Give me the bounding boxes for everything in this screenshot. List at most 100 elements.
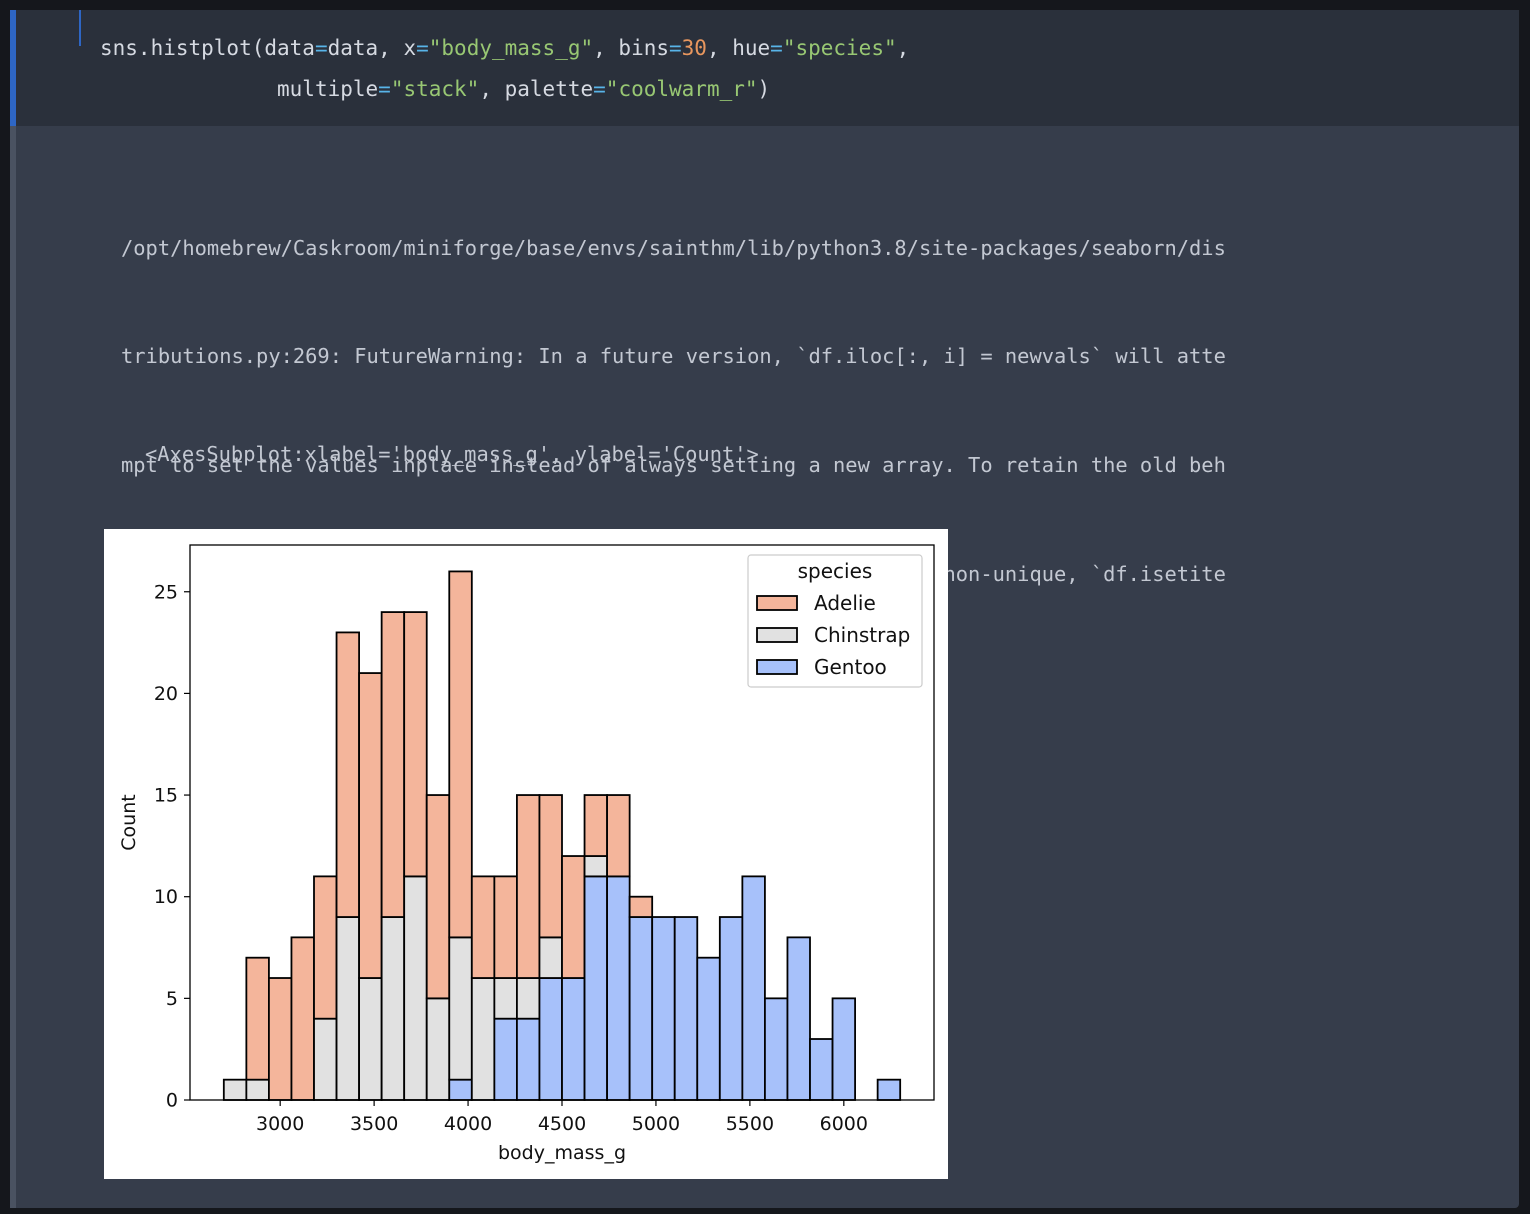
legend-swatch-adelie xyxy=(756,595,798,611)
code-token: , xyxy=(896,36,910,60)
y-tick-label: 10 xyxy=(154,886,178,908)
code-operator: = xyxy=(669,36,682,60)
legend-swatch-gentoo xyxy=(756,659,798,675)
bar-adelie xyxy=(470,875,496,979)
bar-chinstrap xyxy=(470,977,496,1101)
output-repr: <AxesSubplot:xlabel='body_mass_g', ylabe… xyxy=(145,442,759,466)
bar-chinstrap xyxy=(448,936,473,1081)
bar-chinstrap xyxy=(335,916,360,1101)
bar-gentoo xyxy=(741,875,766,1101)
x-axis: 3000 3500 4000 4500 5000 5500 6000 xyxy=(256,1100,868,1135)
bar-adelie xyxy=(245,956,270,1081)
bar-chinstrap xyxy=(538,936,563,979)
y-axis: 0 5 10 15 20 25 xyxy=(154,581,190,1112)
stderr-line: tributions.py:269: FutureWarning: In a f… xyxy=(121,344,1226,369)
bar-adelie xyxy=(516,794,541,979)
bar-gentoo xyxy=(493,1017,518,1101)
bar-adelie xyxy=(290,936,315,1101)
bar-adelie xyxy=(628,895,654,918)
legend-title: species xyxy=(798,559,873,583)
stderr-line: /opt/homebrew/Caskroom/miniforge/base/en… xyxy=(121,235,1226,260)
code-string: "stack" xyxy=(390,77,480,101)
code-token: sns.histplot(data xyxy=(100,36,315,60)
bar-adelie xyxy=(335,631,360,918)
x-tick-label: 4500 xyxy=(538,1113,586,1135)
bar-gentoo xyxy=(809,1038,834,1101)
code-token: multiple xyxy=(277,77,379,101)
code-operator: = xyxy=(378,77,391,101)
bar-adelie xyxy=(583,794,608,857)
bar-gentoo xyxy=(606,875,631,1101)
bar-gentoo xyxy=(696,956,721,1101)
legend: species Adelie Chinstrap Gentoo xyxy=(747,554,923,688)
histogram-chart: 0510152025 3000 3500 4000 4500 5000 5500 6000 … xyxy=(118,544,935,1164)
bar-chinstrap xyxy=(583,855,608,878)
legend-label-gentoo: Gentoo xyxy=(814,655,887,679)
legend-swatch-chinstrap xyxy=(756,627,798,643)
bar-gentoo xyxy=(561,977,586,1101)
bar-chinstrap xyxy=(516,977,541,1020)
bar-gentoo xyxy=(516,1017,541,1101)
code-editor[interactable]: sns.histplot(data=data, x="body_mass_g",… xyxy=(100,28,909,110)
legend-label-adelie: Adelie xyxy=(814,591,876,615)
y-tick-label: 5 xyxy=(166,988,178,1010)
bar-adelie xyxy=(358,672,383,979)
bar-adelie xyxy=(268,977,293,1101)
code-operator: = xyxy=(314,36,328,60)
x-tick-label: 3500 xyxy=(350,1113,398,1135)
bar-gentoo xyxy=(764,997,789,1101)
x-axis-label: body_mass_g xyxy=(498,1142,626,1164)
y-tick-label: 15 xyxy=(154,785,178,807)
bar-adelie xyxy=(448,570,473,939)
bar-adelie xyxy=(561,855,586,979)
code-operator: = xyxy=(593,77,606,101)
bar-chinstrap xyxy=(493,977,518,1020)
y-tick-label: 0 xyxy=(166,1090,178,1112)
bar-chinstrap xyxy=(245,1078,270,1101)
code-string: "coolwarm_r" xyxy=(605,77,758,101)
bar-adelie xyxy=(403,611,428,878)
bar-chinstrap xyxy=(358,977,383,1101)
bar-gentoo xyxy=(583,875,608,1101)
bar-gentoo xyxy=(831,997,856,1101)
bar-gentoo xyxy=(651,916,676,1101)
code-operator: = xyxy=(770,36,783,60)
code-string: "body_mass_g" xyxy=(428,36,594,60)
output-border xyxy=(10,126,16,1208)
x-tick-label: 5000 xyxy=(632,1113,680,1135)
code-string: "species" xyxy=(782,36,897,60)
bar-adelie xyxy=(380,611,406,918)
bar-chinstrap xyxy=(380,916,406,1101)
bar-gentoo xyxy=(786,936,811,1101)
plot-image: 0 5 10 15 20 25 3000 3500 4000 4500 5000 5500 6000 … xyxy=(104,529,948,1179)
code-line-1: sns.histplot(data=data, x="body_mass_g",… xyxy=(100,28,909,69)
y-tick-label: 20 xyxy=(154,683,178,705)
x-tick-label: 3000 xyxy=(256,1113,304,1135)
x-tick-label: 6000 xyxy=(820,1113,868,1135)
code-token: , bins xyxy=(593,36,669,60)
code-token: , palette xyxy=(479,77,594,101)
y-tick-label: 25 xyxy=(154,581,178,603)
bar-gentoo xyxy=(876,1078,902,1101)
code-token: , hue xyxy=(706,36,771,60)
x-tick-label: 5500 xyxy=(726,1113,774,1135)
y-axis-label: Count xyxy=(118,794,140,850)
code-number: 30 xyxy=(681,36,707,60)
bar-adelie xyxy=(493,875,518,979)
code-operator: = xyxy=(416,36,429,60)
bar-adelie xyxy=(313,875,338,1020)
bar-chinstrap xyxy=(425,997,451,1101)
code-line-2: multiple="stack", palette="coolwarm_r") xyxy=(100,69,909,110)
legend-label-chinstrap: Chinstrap xyxy=(814,623,910,647)
bar-gentoo xyxy=(718,916,744,1101)
bar-gentoo xyxy=(448,1078,473,1101)
x-tick-label: 4000 xyxy=(444,1113,492,1135)
text-cursor xyxy=(79,10,81,46)
bar-chinstrap xyxy=(222,1078,248,1101)
bar-chinstrap xyxy=(403,875,428,1101)
bar-adelie xyxy=(606,794,631,878)
bar-gentoo xyxy=(538,977,563,1101)
bar-gentoo xyxy=(628,916,654,1101)
bar-adelie xyxy=(425,794,451,1000)
